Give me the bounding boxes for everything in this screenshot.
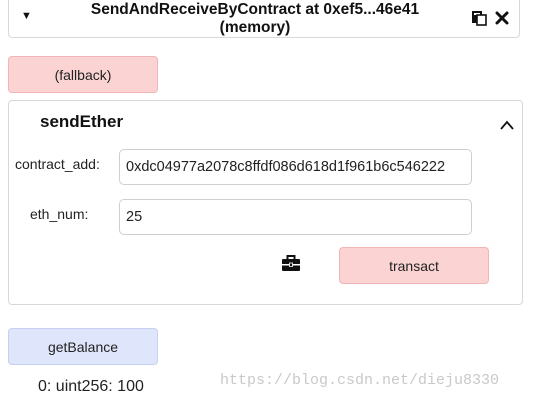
briefcase-icon[interactable]: [281, 255, 301, 272]
clipboard-copy-icon[interactable]: [471, 10, 487, 26]
eth-num-input[interactable]: [119, 199, 472, 235]
eth-num-label: eth_num:: [30, 206, 89, 222]
contract-title: SendAndReceiveByContract at 0xef5...46e4…: [90, 1, 420, 36]
send-ether-panel: sendEther contract_add: eth_num: transac…: [8, 100, 523, 305]
contract-header: ▼ SendAndReceiveByContract at 0xef5...46…: [8, 0, 520, 38]
fallback-button[interactable]: (fallback): [8, 56, 158, 93]
get-balance-result: 0: uint256: 100: [38, 378, 144, 395]
caret-down-icon[interactable]: ▼: [21, 11, 32, 22]
close-icon[interactable]: [495, 10, 509, 26]
contract-add-input[interactable]: [119, 149, 472, 185]
function-title: sendEther: [40, 112, 124, 131]
chevron-up-icon[interactable]: [499, 118, 515, 130]
contract-add-label: contract_add:: [15, 156, 100, 172]
transact-button[interactable]: transact: [339, 247, 489, 284]
watermark: https://blog.csdn.net/dieju8330: [220, 372, 500, 389]
get-balance-button[interactable]: getBalance: [8, 328, 158, 365]
